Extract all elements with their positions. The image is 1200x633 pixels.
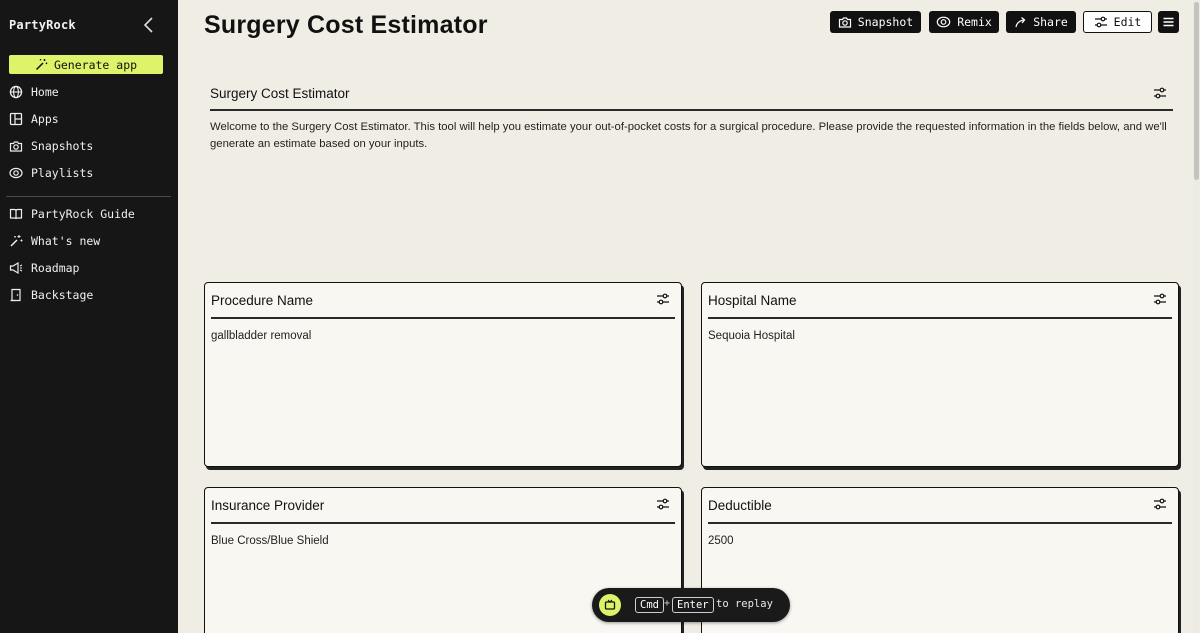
sidebar-item-apps[interactable]: Apps: [9, 109, 169, 129]
replay-button[interactable]: [599, 594, 621, 616]
sidebar-item-home[interactable]: Home: [9, 82, 169, 102]
sidebar-item-label: Playlists: [31, 166, 94, 180]
backstage-icon: [10, 288, 21, 302]
chevron-left-icon: [143, 17, 153, 33]
card-divider: [708, 317, 1172, 319]
hamburger-menu-icon: [1163, 17, 1174, 27]
sidebar-item-guide[interactable]: PartyRock Guide: [9, 204, 169, 224]
playlists-icon: [9, 167, 23, 179]
snapshot-button[interactable]: Snapshot: [830, 11, 921, 33]
card-value[interactable]: Sequoia Hospital: [708, 330, 795, 342]
sidebar-divider: [6, 196, 171, 197]
camera-icon: [838, 17, 851, 28]
intro-text: Welcome to the Surgery Cost Estimator. T…: [210, 121, 1167, 150]
collapse-sidebar-button[interactable]: [140, 15, 158, 35]
cmd-key: Cmd: [635, 597, 664, 613]
widget-settings-icon[interactable]: [656, 498, 670, 510]
widget-settings-icon[interactable]: [1153, 293, 1167, 305]
share-button[interactable]: Share: [1006, 11, 1076, 33]
menu-button[interactable]: [1158, 11, 1179, 33]
card-value[interactable]: Blue Cross/Blue Shield: [211, 535, 329, 547]
intro-divider: [210, 109, 1173, 111]
sidebar-item-label: Snapshots: [31, 139, 94, 153]
card-divider: [211, 317, 675, 319]
share-label: Share: [1033, 15, 1068, 29]
procedure-name-card[interactable]: Procedure Name gallbladder removal: [204, 282, 682, 467]
sidebar-item-snapshots[interactable]: Snapshots: [9, 136, 169, 156]
sidebar-item-roadmap[interactable]: Roadmap: [9, 258, 169, 278]
sidebar-item-whats-new[interactable]: What's new: [9, 231, 169, 251]
sidebar-item-playlists[interactable]: Playlists: [9, 163, 169, 183]
apps-icon: [9, 112, 23, 126]
card-divider: [211, 522, 675, 524]
generate-app-label: Generate app: [53, 57, 138, 72]
widget-settings-icon[interactable]: [1153, 498, 1167, 510]
sidebar-item-label: What's new: [31, 234, 101, 248]
remix-icon: [936, 16, 951, 28]
magic-wand-icon: [35, 59, 48, 71]
hospital-name-card[interactable]: Hospital Name Sequoia Hospital: [701, 282, 1179, 467]
widget-settings-icon[interactable]: [656, 293, 670, 305]
replay-icon: [604, 599, 616, 610]
card-title: Hospital Name: [708, 293, 797, 308]
sidebar-item-backstage[interactable]: Backstage: [9, 285, 169, 305]
remix-label: Remix: [957, 15, 992, 29]
snapshot-label: Snapshot: [857, 15, 914, 29]
remix-button[interactable]: Remix: [929, 11, 999, 33]
edit-button[interactable]: Edit: [1083, 11, 1152, 33]
card-title: Deductible: [708, 498, 772, 513]
sidebar-item-label: Backstage: [31, 288, 94, 302]
widget-settings-icon[interactable]: [1153, 87, 1167, 99]
plus-sign: +: [664, 598, 671, 609]
scrollbar-thumb[interactable]: [1194, 2, 1199, 180]
book-icon: [9, 208, 23, 220]
sidebar-item-label: Home: [31, 85, 59, 99]
sidebar-item-label: Apps: [31, 112, 59, 126]
card-title: Insurance Provider: [211, 498, 325, 513]
sparkle-icon: [10, 235, 23, 247]
sidebar-item-label: PartyRock Guide: [31, 207, 135, 221]
sliders-icon: [1094, 16, 1107, 28]
card-value[interactable]: gallbladder removal: [211, 330, 311, 342]
edit-label: Edit: [1113, 15, 1142, 29]
camera-icon: [9, 141, 23, 152]
brand-logo[interactable]: PartyRock: [9, 18, 76, 32]
share-arrow-icon: [1015, 16, 1026, 27]
card-title: Procedure Name: [211, 293, 314, 308]
card-divider: [708, 522, 1172, 524]
sidebar: PartyRock Generate app Home Apps Snapsho…: [0, 0, 178, 633]
enter-key: Enter: [672, 597, 714, 613]
globe-icon: [9, 85, 23, 99]
card-value[interactable]: 2500: [708, 535, 734, 547]
replay-hint[interactable]: Cmd + Enter to replay: [592, 588, 790, 622]
replay-text: to replay: [716, 598, 773, 610]
megaphone-icon: [9, 261, 23, 275]
page-title: Surgery Cost Estimator: [204, 11, 488, 39]
intro-title: Surgery Cost Estimator: [210, 86, 350, 101]
generate-app-button[interactable]: Generate app: [9, 55, 163, 74]
sidebar-item-label: Roadmap: [31, 261, 80, 275]
